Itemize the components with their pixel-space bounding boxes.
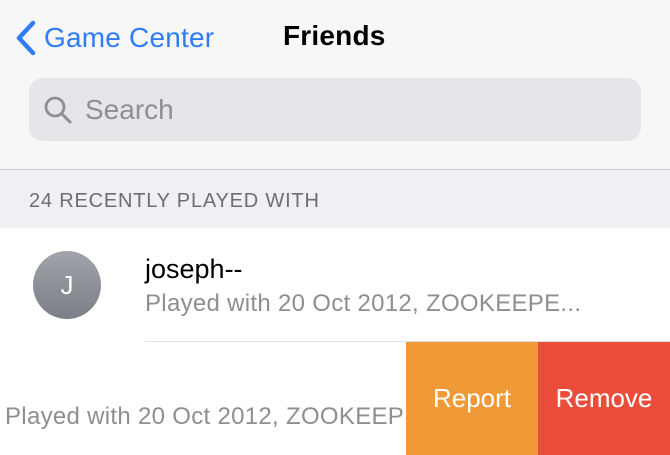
search-input[interactable] [83,92,627,127]
friend-subtitle: Played with 20 Oct 2012, ZOOKEEPE... [145,290,582,317]
remove-button[interactable]: Remove [538,342,670,455]
avatar-initial: J [60,269,74,300]
back-button-label: Game Center [44,22,215,53]
page-title: Friends [283,20,386,51]
section-header-label: 24 RECENTLY PLAYED WITH [29,190,320,212]
report-button[interactable]: Report [406,342,538,455]
search-icon [44,96,72,123]
swiped-row-content[interactable]: Played with 20 Oct 2012, ZOOKEEPE... [0,342,441,455]
friend-row-swiped[interactable]: Played with 20 Oct 2012, ZOOKEEPE... Rep… [0,342,670,455]
navigation-bar: Game Center Friends [0,0,670,170]
friend-row[interactable]: J joseph-- Played with 20 Oct 2012, ZOOK… [0,228,670,342]
friend-subtitle: Played with 20 Oct 2012, ZOOKEEPE... [5,403,442,430]
search-bar[interactable] [29,78,641,141]
avatar: J [33,251,101,319]
chevron-left-icon [16,20,36,56]
friend-name: joseph-- [145,254,243,284]
back-button[interactable]: Game Center [14,18,214,58]
section-header: 24 RECENTLY PLAYED WITH [0,170,670,228]
